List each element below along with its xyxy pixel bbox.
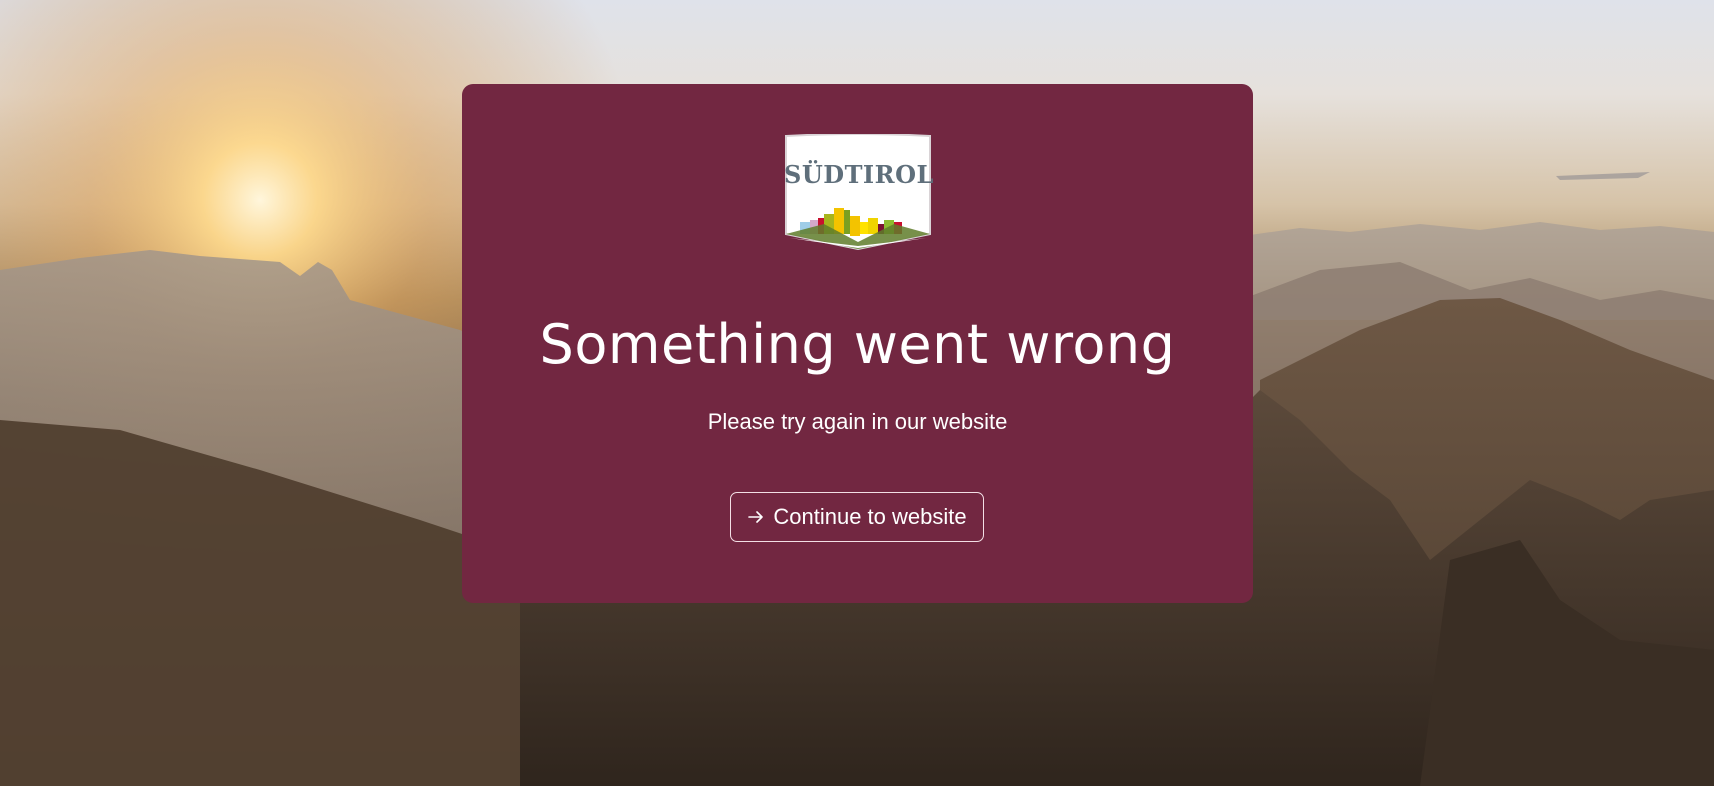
suedtirol-logo: SÜDTIROL — [784, 134, 934, 250]
continue-to-website-button[interactable]: Continue to website — [730, 492, 984, 542]
error-card: SÜDTIROL Something went wrong Please try… — [462, 84, 1253, 603]
logo-wordmark: SÜDTIROL — [784, 160, 934, 189]
continue-button-label: Continue to website — [773, 504, 967, 529]
error-message: Please try again in our website — [707, 409, 1008, 434]
error-title: Something went wrong — [539, 313, 1176, 376]
arrow-right-icon — [747, 508, 765, 526]
